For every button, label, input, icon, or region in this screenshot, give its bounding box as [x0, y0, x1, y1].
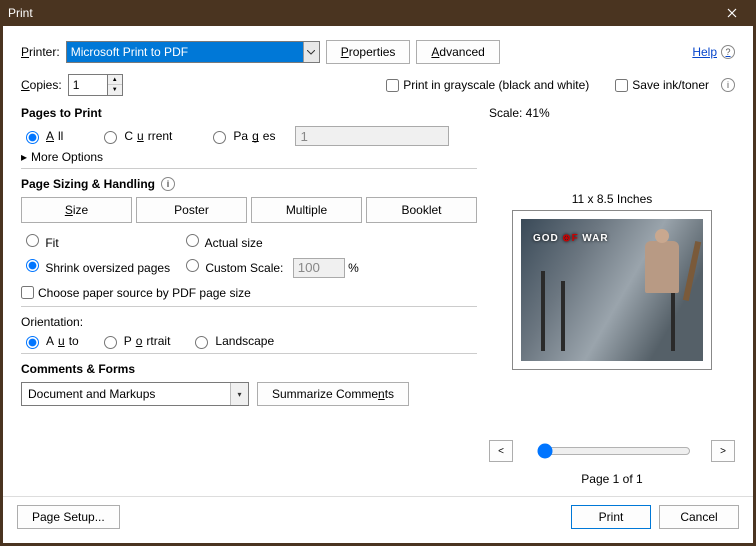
window-title: Print [8, 6, 716, 20]
preview-column: Scale: 41% 11 x 8.5 Inches GOD ⊛F WAR [483, 106, 735, 486]
help-label: Help [692, 45, 717, 59]
page-setup-button[interactable]: Page Setup... [17, 505, 120, 529]
preview-slider[interactable] [537, 443, 691, 459]
comments-dropdown[interactable]: Document and Markups ▾ [21, 382, 249, 406]
close-icon [727, 8, 737, 18]
info-icon[interactable]: i [161, 177, 175, 191]
comments-value: Document and Markups [28, 387, 155, 401]
pages-section: Pages to Print All Current Pages ▸ More … [21, 106, 477, 169]
comments-title: Comments & Forms [21, 362, 477, 376]
pages-input[interactable] [295, 126, 449, 146]
poster-button[interactable]: Poster [136, 197, 247, 223]
printer-label: Printer: [21, 45, 60, 59]
properties-button[interactable]: Properties [326, 40, 411, 64]
actual-radio[interactable]: Actual size [181, 231, 477, 250]
multiple-button[interactable]: Multiple [251, 197, 362, 223]
copies-row: Copies: ▲ ▼ Print in grayscale (black an… [3, 70, 753, 106]
saveink-checkbox[interactable]: Save ink/toner [615, 78, 709, 92]
printer-value: Microsoft Print to PDF [71, 45, 188, 59]
main-area: Pages to Print All Current Pages ▸ More … [3, 106, 753, 496]
grayscale-checkbox[interactable]: Print in grayscale (black and white) [386, 78, 589, 92]
help-link[interactable]: Help ? [692, 45, 735, 59]
fit-radio[interactable]: Fit [21, 231, 181, 250]
close-button[interactable] [716, 1, 748, 25]
scale-label: Scale: 41% [489, 106, 735, 120]
saveink-input[interactable] [615, 79, 628, 92]
grayscale-input[interactable] [386, 79, 399, 92]
help-icon: ? [721, 45, 735, 59]
next-page-button[interactable]: > [711, 440, 735, 462]
pages-pages-radio[interactable]: Pages [208, 128, 275, 144]
printer-row: Printer: Microsoft Print to PDF Properti… [3, 26, 753, 70]
pages-title: Pages to Print [21, 106, 477, 120]
comments-section: Comments & Forms Document and Markups ▾ … [21, 362, 477, 406]
copies-label: Copies: [21, 78, 62, 92]
footer: Page Setup... Print Cancel [3, 496, 753, 543]
custom-radio[interactable]: Custom Scale: % [181, 256, 477, 278]
print-dialog: Print Printer: Microsoft Print to PDF Pr… [0, 0, 756, 546]
choose-paper-label: Choose paper source by PDF page size [38, 286, 251, 300]
pages-all-radio[interactable]: All [21, 128, 63, 144]
pages-current-radio[interactable]: Current [99, 128, 172, 144]
grayscale-label: Print in grayscale (black and white) [403, 78, 589, 92]
page-indicator: Page 1 of 1 [489, 472, 735, 486]
character-figure [645, 241, 679, 293]
choose-paper-checkbox[interactable]: Choose paper source by PDF page size [21, 286, 251, 300]
chevron-down-icon: ▾ [230, 383, 248, 405]
print-button[interactable]: Print [571, 505, 651, 529]
sizing-section: Page Sizing & Handling i Size Poster Mul… [21, 177, 477, 307]
orient-portrait-radio[interactable]: Portrait [99, 333, 171, 349]
shrink-radio[interactable]: Shrink oversized pages [21, 256, 181, 278]
paper-dimensions: 11 x 8.5 Inches [489, 192, 735, 206]
chevron-down-icon [303, 42, 319, 62]
orientation-section: Orientation: Auto Portrait Landscape [21, 315, 477, 354]
orient-landscape-radio[interactable]: Landscape [190, 333, 274, 349]
copies-up[interactable]: ▲ [108, 75, 122, 85]
info-icon[interactable]: i [721, 78, 735, 92]
more-options-label: More Options [31, 150, 103, 164]
left-column: Pages to Print All Current Pages ▸ More … [21, 106, 477, 486]
preview-nav: < > [489, 440, 735, 462]
copies-input[interactable] [68, 74, 108, 96]
printer-select[interactable]: Microsoft Print to PDF [66, 41, 320, 63]
titlebar: Print [0, 0, 756, 26]
saveink-label: Save ink/toner [632, 78, 709, 92]
copies-down[interactable]: ▼ [108, 85, 122, 95]
preview-image: GOD ⊛F WAR [521, 219, 703, 361]
copies-spinner[interactable]: ▲ ▼ [68, 74, 123, 96]
caret-right-icon: ▸ [21, 150, 27, 164]
orient-auto-radio[interactable]: Auto [21, 333, 79, 349]
size-button[interactable]: Size [21, 197, 132, 223]
cancel-button[interactable]: Cancel [659, 505, 739, 529]
summarize-button[interactable]: Summarize Comments [257, 382, 409, 406]
sizing-title: Page Sizing & Handling [21, 177, 155, 191]
more-options-toggle[interactable]: ▸ More Options [21, 150, 477, 164]
game-logo: GOD ⊛F WAR [533, 233, 609, 244]
booklet-button[interactable]: Booklet [366, 197, 477, 223]
preview-frame: GOD ⊛F WAR [512, 210, 712, 370]
prev-page-button[interactable]: < [489, 440, 513, 462]
custom-scale-input[interactable] [293, 258, 345, 278]
advanced-button[interactable]: Advanced [416, 40, 499, 64]
orientation-title: Orientation: [21, 315, 477, 329]
pct-label: % [348, 261, 359, 275]
client-area: Printer: Microsoft Print to PDF Properti… [3, 26, 753, 543]
